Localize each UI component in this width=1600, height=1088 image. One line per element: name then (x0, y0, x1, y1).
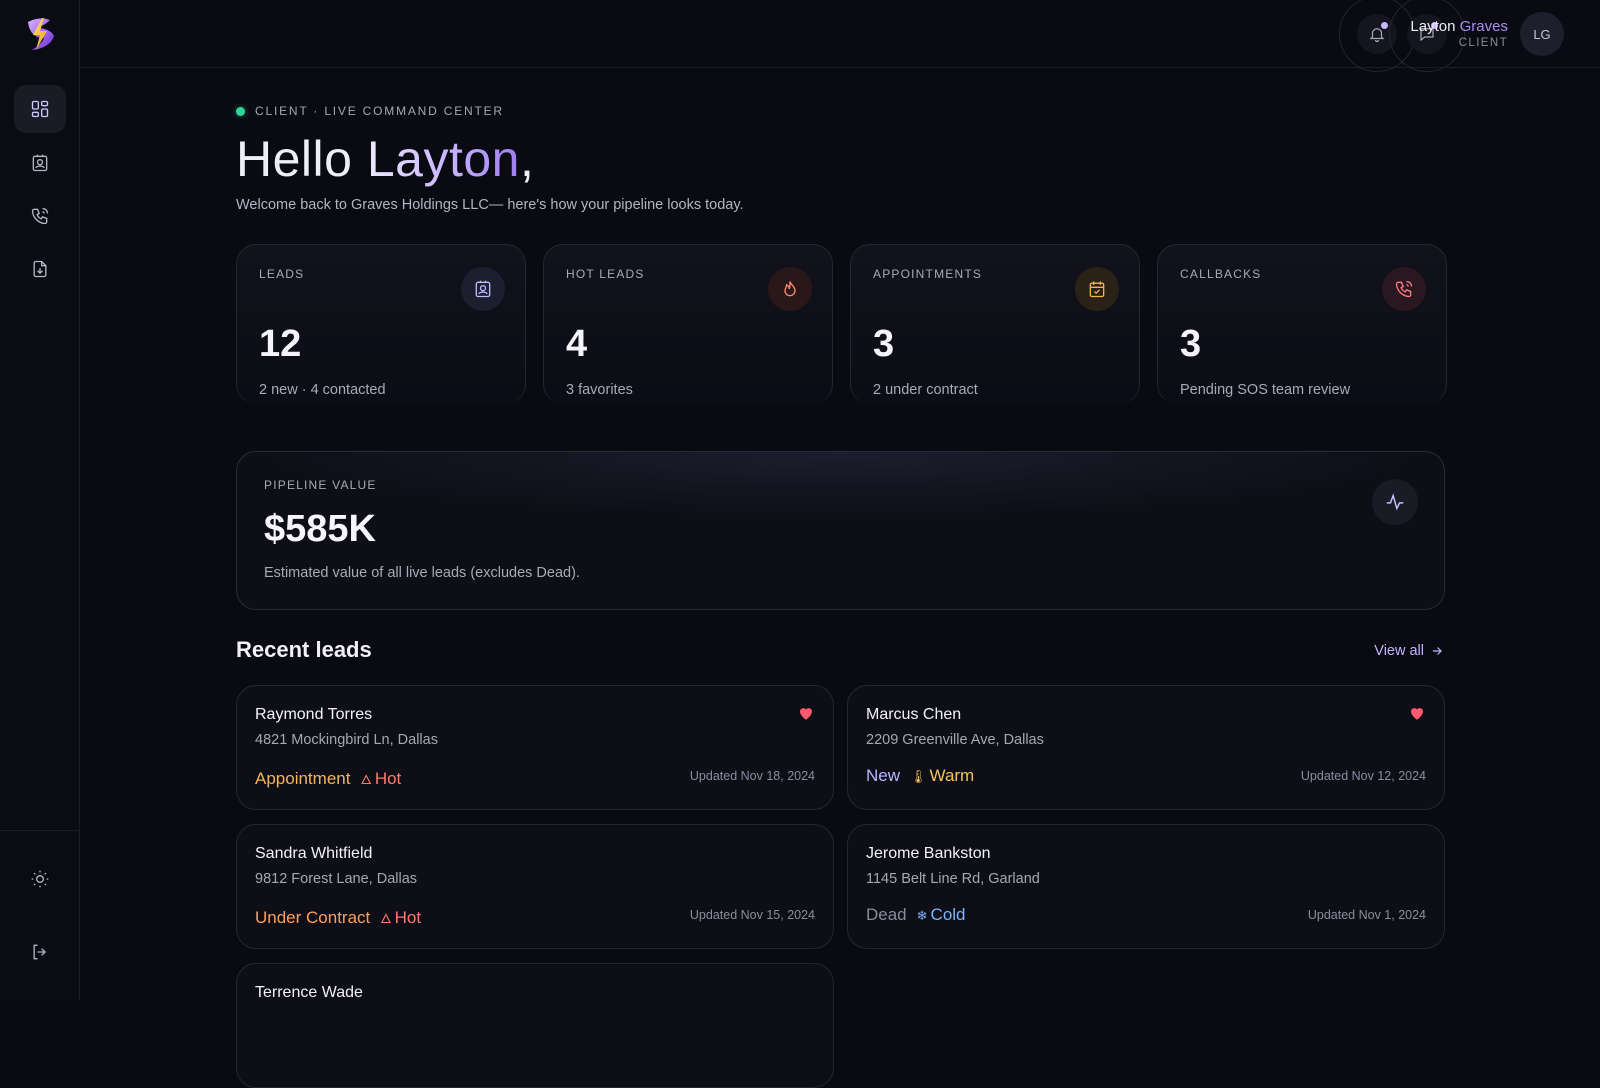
lead-temp-label: Hot (394, 908, 422, 927)
nav-contacts[interactable] (14, 139, 66, 187)
lead-temperature: ❄ Cold (917, 905, 966, 925)
recent-leads-title: Recent leads (236, 637, 372, 662)
pipeline-card[interactable]: PIPELINE VALUE $585K Estimated value of … (236, 451, 1445, 610)
user-first-name: Layton (1410, 18, 1456, 35)
stat-sub: 2 new · 4 contacted (259, 382, 386, 398)
stat-sub: Pending SOS team review (1180, 382, 1351, 398)
welcome-text: Welcome back to Graves Holdings LLC— her… (236, 197, 744, 213)
heart-icon[interactable] (797, 704, 815, 722)
lead-updated: Updated Nov 18, 2024 (689, 769, 815, 783)
greeting: Hello (236, 131, 353, 187)
flame-icon: 🜂 (380, 911, 392, 926)
logout-button[interactable] (14, 928, 66, 976)
lead-name: Terrence Wade (255, 984, 363, 1001)
activity-icon (1372, 479, 1418, 525)
stat-card-callbacks[interactable]: CALLBACKS 3 Pending SOS team review (1157, 244, 1447, 404)
lead-address: 9812 Forest Lane, Dallas (255, 871, 418, 887)
lead-card[interactable]: Sandra Whitfield 9812 Forest Lane, Dalla… (236, 824, 834, 949)
view-all-link[interactable]: View all (1374, 643, 1444, 659)
greeting-punct: , (519, 131, 535, 187)
pipeline-label: PIPELINE VALUE (264, 478, 377, 492)
arrow-right-icon (1432, 647, 1442, 655)
dashboard-icon (31, 100, 49, 118)
lead-status: Under Contract (255, 908, 371, 927)
lead-address: 2209 Greenville Ave, Dallas (866, 732, 1044, 748)
contact-icon (32, 154, 48, 172)
lead-tags: Appointment 🜂 Hot (255, 766, 401, 792)
pipeline-sub: Estimated value of all live leads (exclu… (264, 565, 580, 581)
lead-tags: Under Contract 🜂 Hot (255, 905, 421, 931)
lead-card[interactable]: Marcus Chen 2209 Greenville Ave, Dallas … (847, 685, 1445, 810)
theme-toggle[interactable] (14, 855, 66, 903)
lead-tags: Dead ❄ Cold (866, 905, 966, 925)
lead-updated: Updated Nov 12, 2024 (1300, 769, 1426, 783)
stat-card-appointments[interactable]: APPOINTMENTS 3 2 under contract (850, 244, 1140, 404)
stat-card-hot-leads[interactable]: HOT LEADS 4 3 favorites (543, 244, 833, 404)
lead-address: 1145 Belt Line Rd, Garland (866, 871, 1040, 887)
flame-icon (768, 267, 812, 311)
phone-icon (31, 207, 49, 225)
lead-temperature: 🜂 Hot (360, 766, 401, 792)
lead-address: 4821 Mockingbird Ln, Dallas (255, 732, 438, 748)
snowflake-icon: ❄ (916, 908, 928, 923)
contact-icon (461, 267, 505, 311)
lead-updated: Updated Nov 1, 2024 (1307, 908, 1426, 922)
stat-sub: 2 under contract (873, 382, 978, 398)
lead-card[interactable]: Jerome Bankston 1145 Belt Line Rd, Garla… (847, 824, 1445, 949)
sidebar (0, 0, 80, 1000)
notification-dot (1381, 22, 1388, 29)
stat-value: 4 (566, 323, 588, 365)
stat-value: 3 (873, 323, 895, 365)
user-name: Layton Graves (1410, 18, 1508, 35)
phone-icon (1382, 267, 1426, 311)
user-last-name: Graves (1459, 18, 1508, 35)
greeting-name: Layton (366, 131, 520, 187)
avatar[interactable]: LG (1520, 12, 1564, 56)
lead-temp-label: Cold (930, 905, 966, 924)
calendar-icon (1075, 267, 1119, 311)
lead-card[interactable]: Terrence Wade (236, 963, 834, 1088)
stat-value: 12 (259, 323, 302, 365)
lead-temp-label: Warm (929, 766, 975, 785)
page-title: Hello Layton, (236, 130, 534, 188)
logo-icon[interactable] (20, 14, 60, 54)
live-indicator (236, 106, 245, 116)
logout-icon (33, 944, 46, 960)
lead-name: Raymond Torres (255, 706, 373, 723)
messages-button[interactable] (1389, 0, 1465, 72)
stat-value: 3 (1180, 323, 1202, 365)
eyebrow-text: CLIENT · LIVE COMMAND CENTER (255, 104, 504, 118)
lead-updated: Updated Nov 15, 2024 (689, 908, 815, 922)
lead-temperature: 🌡 Warm (910, 766, 974, 786)
sidebar-divider (0, 830, 80, 831)
lead-temp-label: Hot (374, 769, 402, 788)
sun-icon (31, 870, 49, 888)
file-download-icon (33, 260, 47, 278)
thermometer-icon: 🌡 (910, 769, 927, 784)
lead-status: Dead (866, 905, 907, 924)
stat-card-leads[interactable]: LEADS 12 2 new · 4 contacted (236, 244, 526, 404)
nav-dashboard[interactable] (14, 85, 66, 133)
flame-icon: 🜂 (360, 772, 372, 787)
stat-sub: 3 favorites (566, 382, 633, 398)
view-all-label: View all (1374, 643, 1424, 659)
lead-status: New (866, 766, 901, 785)
nav-documents[interactable] (14, 245, 66, 293)
nav-calls[interactable] (14, 192, 66, 240)
lead-name: Jerome Bankston (866, 845, 991, 862)
lead-card[interactable]: Raymond Torres 4821 Mockingbird Ln, Dall… (236, 685, 834, 810)
user-role: CLIENT (1458, 37, 1508, 49)
lead-temperature: 🜂 Hot (380, 905, 421, 931)
top-bar: Layton Graves CLIENT LG (80, 0, 1600, 72)
heart-icon[interactable] (1408, 704, 1426, 722)
lead-tags: New 🌡 Warm (866, 766, 974, 786)
eyebrow: CLIENT · LIVE COMMAND CENTER (236, 104, 504, 118)
lead-status: Appointment (255, 769, 351, 788)
pipeline-value: $585K (264, 508, 376, 550)
lead-name: Sandra Whitfield (255, 845, 373, 862)
lead-name: Marcus Chen (866, 706, 962, 723)
